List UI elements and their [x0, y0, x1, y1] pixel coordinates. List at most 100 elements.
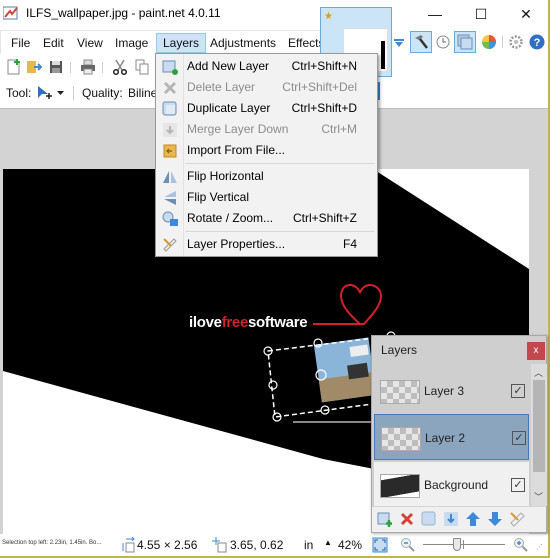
logo-text: ilovefreesoftware [189, 314, 308, 331]
tools-window-button[interactable] [410, 31, 432, 53]
delete-layer-icon [163, 81, 177, 95]
menu-item-duplicate-layer[interactable]: Duplicate Layer Ctrl+Shift+D [156, 98, 377, 119]
move-layer-up-icon[interactable] [465, 511, 481, 527]
print-icon[interactable] [80, 59, 96, 75]
layer-row-layer-3[interactable]: Layer 3 ✓ [374, 368, 529, 414]
menu-edit[interactable]: Edit [37, 33, 70, 53]
menu-adjustments[interactable]: Adjustments [204, 33, 282, 53]
quality-select[interactable]: Biline [128, 86, 156, 100]
menu-item-label: Merge Layer Down [187, 122, 289, 136]
layer-visibility-checkbox[interactable]: ✓ [511, 384, 525, 398]
zoom-out-icon[interactable] [400, 537, 416, 553]
menu-item-merge-layer-down[interactable]: Merge Layer Down Ctrl+M [156, 119, 377, 140]
close-icon: x [533, 345, 539, 356]
layer-visibility-checkbox[interactable]: ✓ [512, 431, 526, 445]
toolbar-separator [73, 86, 74, 100]
toolbar-separator [502, 36, 503, 48]
toolbar-separator [102, 62, 103, 73]
layer-properties-icon[interactable] [509, 511, 525, 527]
menu-item-label: Delete Layer [187, 80, 256, 94]
scroll-down-icon[interactable]: ﹀ [534, 490, 543, 503]
open-file-icon[interactable] [26, 59, 42, 75]
tool-options-bar: Tool: Quality: Biline [0, 82, 160, 104]
menu-layers[interactable]: Layers [156, 33, 207, 53]
zoom-to-window-icon[interactable] [372, 537, 388, 553]
layer-row-background[interactable]: Background ✓ [374, 462, 529, 506]
menu-item-add-new-layer[interactable]: Add New Layer Ctrl+Shift+N [156, 56, 377, 77]
cut-icon[interactable] [112, 59, 128, 75]
settings-gear-icon[interactable] [508, 34, 524, 50]
menu-item-rotate-zoom[interactable]: Rotate / Zoom... Ctrl+Shift+Z [156, 208, 377, 229]
menu-item-shortcut: Ctrl+Shift+Z [292, 211, 357, 225]
layers-scrollbar[interactable]: ︿ ﹀ [531, 364, 547, 506]
zoom-level-value[interactable]: 42% [338, 538, 362, 552]
close-icon: ✕ [520, 5, 532, 22]
menu-item-flip-vertical[interactable]: Flip Vertical [156, 187, 377, 208]
scroll-up-icon[interactable]: ︿ [534, 366, 543, 379]
menu-item-import-from-file[interactable]: Import From File... [156, 140, 377, 161]
selection-size-icon [122, 537, 135, 553]
duplicate-layer-icon[interactable] [421, 511, 437, 527]
move-layer-down-icon[interactable] [487, 511, 503, 527]
maximize-icon: ☐ [474, 5, 488, 22]
close-button[interactable]: ✕ [503, 0, 549, 28]
merge-layer-down-icon[interactable] [443, 511, 459, 527]
layer-properties-icon [163, 238, 177, 252]
save-icon[interactable] [48, 59, 64, 75]
menu-item-label: Import From File... [187, 143, 286, 157]
units-select[interactable]: in [304, 538, 313, 552]
menu-item-label: Duplicate Layer [187, 101, 271, 115]
toolbar-separator [70, 62, 71, 73]
layers-window-button[interactable] [454, 31, 476, 53]
zoom-slider[interactable] [423, 538, 505, 551]
menu-separator [186, 231, 374, 232]
layers-panel-close-button[interactable]: x [527, 342, 545, 360]
delete-layer-icon[interactable] [399, 511, 415, 527]
menu-image[interactable]: Image [109, 33, 154, 53]
cursor-position-icon [212, 537, 227, 553]
help-icon[interactable]: ? [529, 34, 545, 50]
minimize-button[interactable]: — [412, 0, 458, 28]
scroll-thumb[interactable] [533, 380, 545, 472]
app-window: ILFS_wallpaper.jpg - paint.net 4.0.11 — … [0, 0, 550, 558]
logo-text-free: free [221, 314, 249, 331]
move-selection-tool-icon[interactable] [37, 85, 53, 101]
colors-palette-icon[interactable] [481, 34, 497, 50]
dropdown-arrow-icon[interactable] [394, 39, 404, 47]
layer-row-layer-2[interactable]: Layer 2 ✓ [374, 414, 529, 460]
star-icon: ★ [324, 11, 333, 22]
menu-item-flip-horizontal[interactable]: Flip Horizontal [156, 166, 377, 187]
history-clock-icon[interactable] [436, 35, 450, 49]
add-layer-icon [162, 60, 178, 75]
merge-layer-down-icon [163, 123, 177, 137]
menu-item-shortcut: Ctrl+Shift+D [291, 101, 357, 115]
menu-item-shortcut: Ctrl+Shift+Del [282, 80, 357, 94]
cursor-position-value: 3.65, 0.62 [230, 538, 284, 552]
main-toolbar [0, 56, 160, 78]
menu-item-delete-layer[interactable]: Delete Layer Ctrl+Shift+Del [156, 77, 377, 98]
zoom-in-icon[interactable] [513, 537, 529, 553]
import-file-icon [163, 144, 177, 158]
layer-thumbnail [380, 474, 420, 498]
logo-text-ilove: ilove [189, 314, 222, 331]
minimize-icon: — [428, 6, 442, 22]
zoom-slider-tick [463, 540, 464, 549]
zoom-slider-thumb[interactable] [453, 538, 462, 551]
units-dropdown-icon[interactable]: ▲ [324, 538, 332, 547]
menu-file[interactable]: File [5, 33, 36, 53]
menu-item-label: Layer Properties... [187, 237, 286, 251]
resize-grip-icon[interactable]: ⋰ [536, 543, 543, 551]
add-layer-icon[interactable] [377, 511, 393, 527]
paintnet-app-icon [3, 6, 18, 20]
new-file-icon[interactable] [6, 59, 22, 75]
copy-icon[interactable] [134, 59, 150, 75]
logo-text-software: software [248, 314, 308, 331]
menu-view[interactable]: View [71, 33, 109, 53]
menu-item-layer-properties[interactable]: Layer Properties... F4 [156, 234, 377, 255]
tool-dropdown-arrow-icon[interactable] [57, 91, 64, 95]
layer-visibility-checkbox[interactable]: ✓ [511, 478, 525, 492]
menu-separator [186, 163, 374, 164]
maximize-button[interactable]: ☐ [458, 0, 504, 28]
menu-item-shortcut: F4 [342, 237, 357, 251]
menu-item-label: Add New Layer [187, 59, 270, 73]
